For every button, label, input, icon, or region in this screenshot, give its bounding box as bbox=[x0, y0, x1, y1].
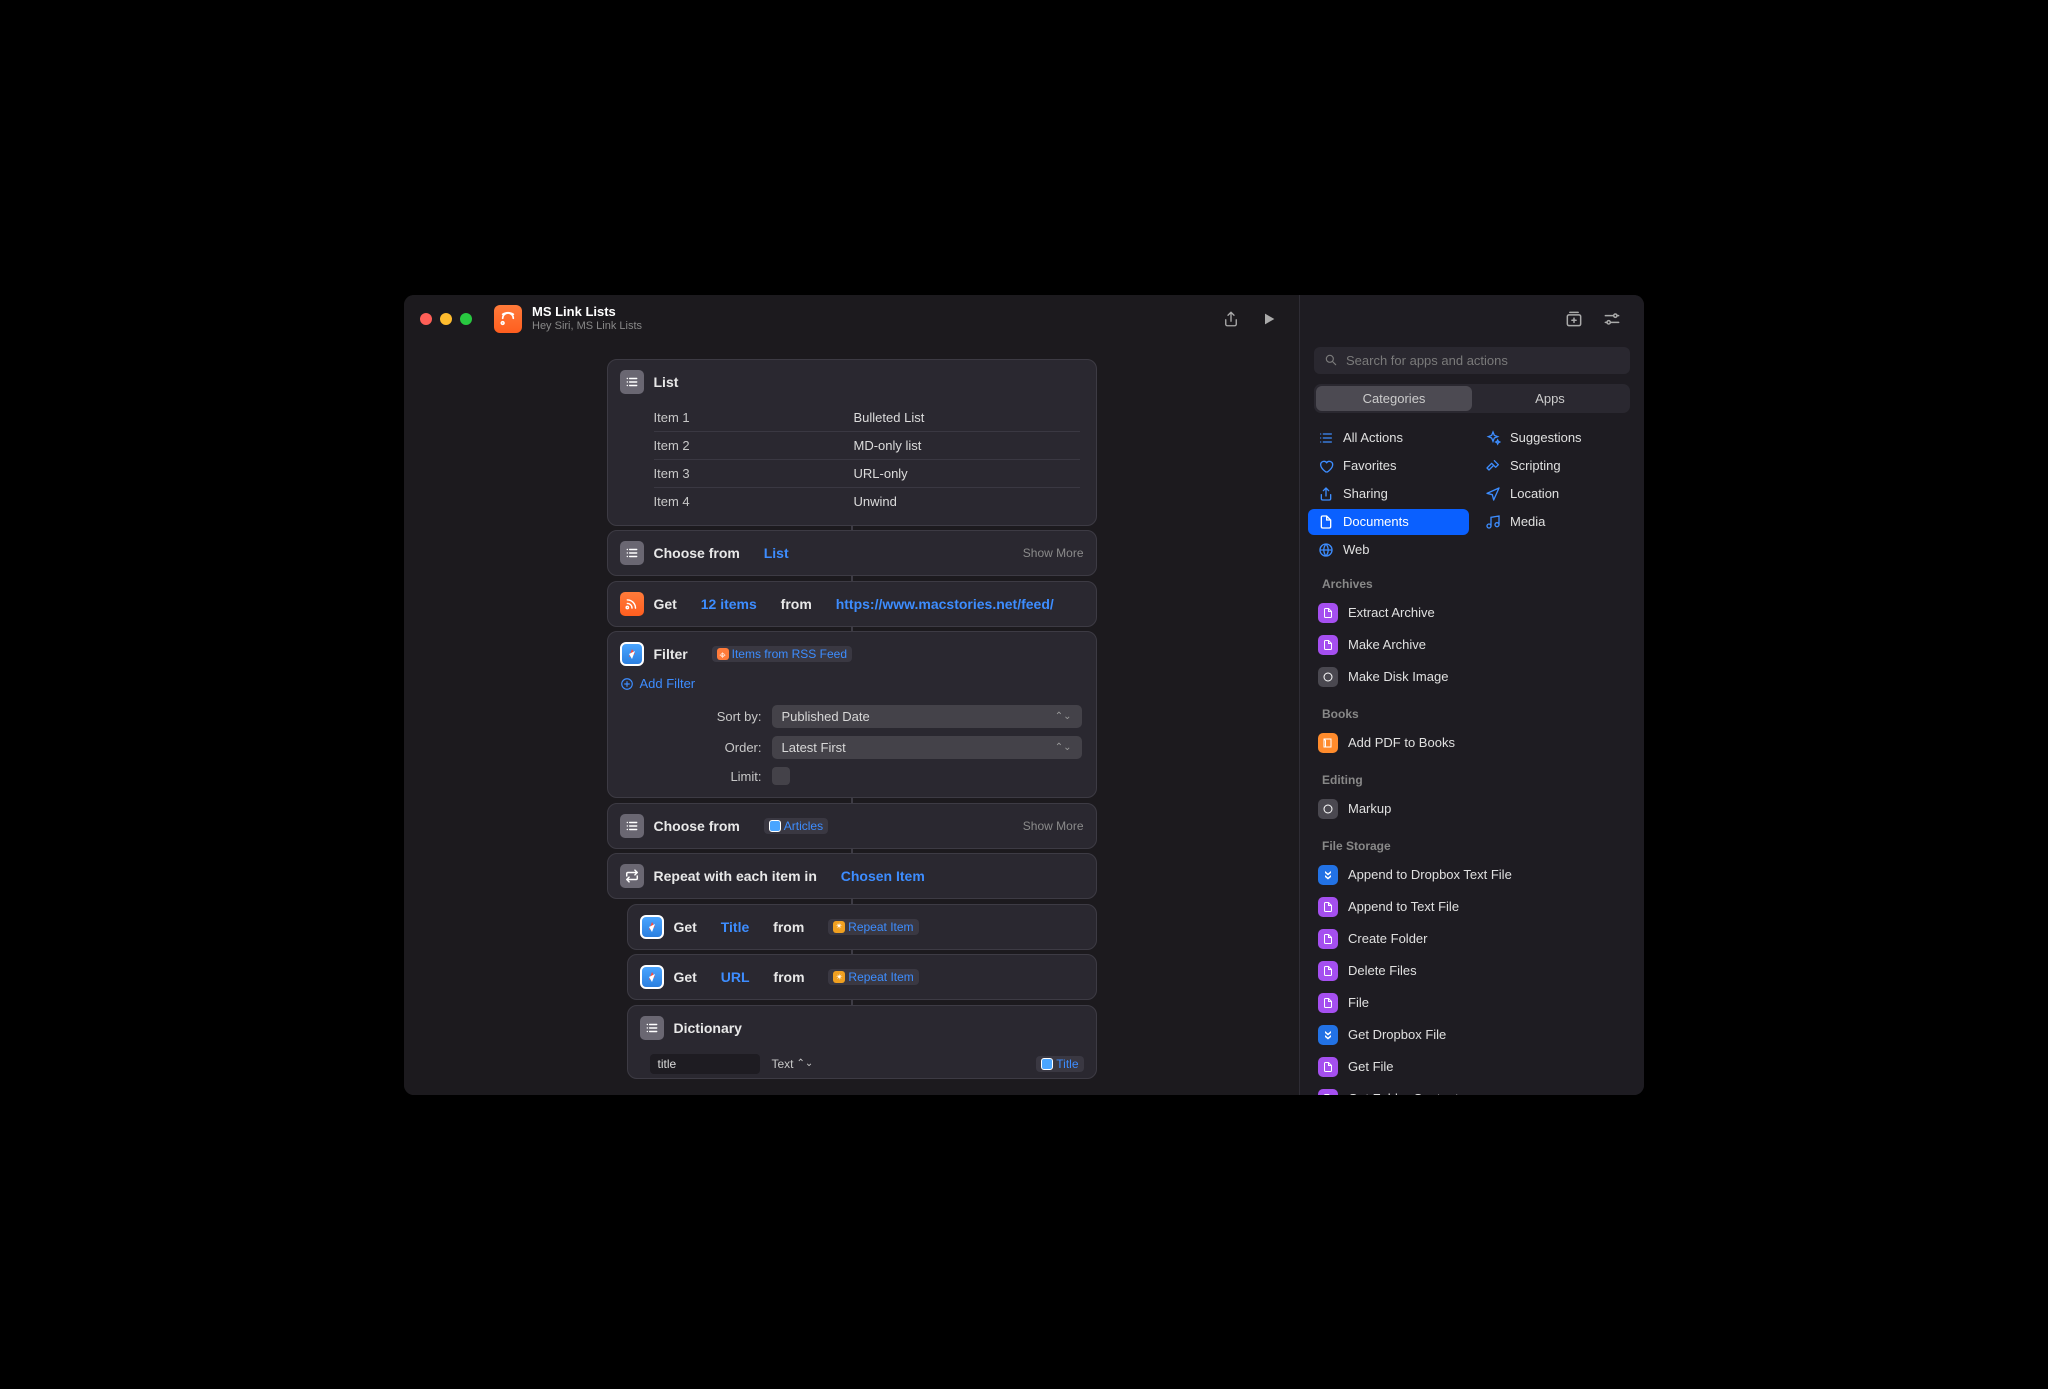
seg-categories[interactable]: Categories bbox=[1316, 386, 1472, 411]
app-window: MS Link Lists Hey Siri, MS Link Lists Li… bbox=[404, 295, 1644, 1095]
maximize-button[interactable] bbox=[460, 313, 472, 325]
category-grid: All ActionsSuggestionsFavoritesScripting… bbox=[1300, 425, 1644, 563]
action-get-title[interactable]: Get Title from ✴Repeat Item bbox=[627, 904, 1097, 950]
run-button[interactable] bbox=[1255, 305, 1283, 333]
category-web[interactable]: Web bbox=[1308, 537, 1469, 563]
traffic-lights bbox=[420, 313, 472, 325]
filter-input-chip[interactable]: 𖦏Items from RSS Feed bbox=[712, 646, 852, 662]
action-get-file[interactable]: Get File bbox=[1308, 1051, 1636, 1083]
window-subtitle: Hey Siri, MS Link Lists bbox=[532, 320, 642, 333]
workflow-editor[interactable]: List Item 1Bulleted ListItem 2MD-only li… bbox=[404, 343, 1299, 1095]
section-title: File Storage bbox=[1300, 825, 1644, 859]
action-choose-from-articles[interactable]: Choose from Articles Show More bbox=[607, 803, 1097, 849]
category-suggestions[interactable]: Suggestions bbox=[1475, 425, 1636, 451]
share-button[interactable] bbox=[1217, 305, 1245, 333]
list-item[interactable]: Item 1Bulleted List bbox=[654, 404, 1080, 431]
category-sharing[interactable]: Sharing bbox=[1308, 481, 1469, 507]
show-more-button[interactable]: Show More bbox=[1023, 819, 1084, 833]
list-icon bbox=[620, 370, 644, 394]
action-markup[interactable]: Markup bbox=[1308, 793, 1636, 825]
category-media[interactable]: Media bbox=[1475, 509, 1636, 535]
safari-icon bbox=[640, 965, 664, 989]
action-repeat[interactable]: Repeat with each item in Chosen Item bbox=[607, 853, 1097, 899]
action-file[interactable]: File bbox=[1308, 987, 1636, 1019]
action-append-to-dropbox-text-file[interactable]: Append to Dropbox Text File bbox=[1308, 859, 1636, 891]
safari-icon bbox=[640, 915, 664, 939]
list-item[interactable]: Item 4Unwind bbox=[654, 487, 1080, 515]
limit-checkbox[interactable] bbox=[772, 767, 790, 785]
list-icon bbox=[620, 541, 644, 565]
action-delete-files[interactable]: Delete Files bbox=[1308, 955, 1636, 987]
action-library-panel: Search for apps and actions Categories A… bbox=[1299, 295, 1644, 1095]
order-select[interactable]: Latest First ⌃⌄ bbox=[772, 736, 1082, 759]
articles-chip[interactable]: Articles bbox=[764, 818, 828, 834]
close-button[interactable] bbox=[420, 313, 432, 325]
list-icon bbox=[620, 814, 644, 838]
action-make-archive[interactable]: Make Archive bbox=[1308, 629, 1636, 661]
action-get-folder-contents[interactable]: Get Folder Contents bbox=[1308, 1083, 1636, 1095]
section-title: Editing bbox=[1300, 759, 1644, 793]
category-favorites[interactable]: Favorites bbox=[1308, 453, 1469, 479]
action-extract-archive[interactable]: Extract Archive bbox=[1308, 597, 1636, 629]
action-get-dropbox-file[interactable]: Get Dropbox File bbox=[1308, 1019, 1636, 1051]
action-add-pdf-to-books[interactable]: Add PDF to Books bbox=[1308, 727, 1636, 759]
action-choose-from-list[interactable]: Choose from List Show More bbox=[607, 530, 1097, 576]
title-block: MS Link Lists Hey Siri, MS Link Lists bbox=[532, 305, 642, 333]
search-input[interactable]: Search for apps and actions bbox=[1314, 347, 1630, 374]
action-append-to-text-file[interactable]: Append to Text File bbox=[1308, 891, 1636, 923]
list-item[interactable]: Item 3URL-only bbox=[654, 459, 1080, 487]
action-list[interactable]: List Item 1Bulleted ListItem 2MD-only li… bbox=[607, 359, 1097, 526]
action-get-url[interactable]: Get URL from ✴Repeat Item bbox=[627, 954, 1097, 1000]
action-dictionary[interactable]: Dictionary title Text⌃⌄ Title bbox=[627, 1005, 1097, 1079]
safari-icon bbox=[620, 642, 644, 666]
action-make-disk-image[interactable]: Make Disk Image bbox=[1308, 661, 1636, 693]
rss-icon bbox=[620, 592, 644, 616]
category-all-actions[interactable]: All Actions bbox=[1308, 425, 1469, 451]
add-filter-button[interactable]: Add Filter bbox=[608, 676, 1096, 701]
section-title: Archives bbox=[1300, 563, 1644, 597]
titlebar: MS Link Lists Hey Siri, MS Link Lists bbox=[404, 295, 1299, 343]
seg-apps[interactable]: Apps bbox=[1472, 386, 1628, 411]
shortcut-icon bbox=[494, 305, 522, 333]
category-location[interactable]: Location bbox=[1475, 481, 1636, 507]
action-get-rss[interactable]: Get 12 items from https://www.macstories… bbox=[607, 581, 1097, 627]
settings-button[interactable] bbox=[1600, 307, 1624, 331]
repeat-item-chip[interactable]: ✴Repeat Item bbox=[828, 969, 918, 985]
title-chip[interactable]: Title bbox=[1036, 1056, 1083, 1072]
segmented-control[interactable]: Categories Apps bbox=[1314, 384, 1630, 413]
show-more-button[interactable]: Show More bbox=[1023, 546, 1084, 560]
category-scripting[interactable]: Scripting bbox=[1475, 453, 1636, 479]
sort-by-select[interactable]: Published Date ⌃⌄ bbox=[772, 705, 1082, 728]
dictionary-icon bbox=[640, 1016, 664, 1040]
sidebar-toolbar bbox=[1300, 295, 1644, 343]
editor-panel: MS Link Lists Hey Siri, MS Link Lists Li… bbox=[404, 295, 1299, 1095]
library-add-button[interactable] bbox=[1562, 307, 1586, 331]
repeat-icon bbox=[620, 864, 644, 888]
action-create-folder[interactable]: Create Folder bbox=[1308, 923, 1636, 955]
window-title: MS Link Lists bbox=[532, 305, 642, 320]
category-documents[interactable]: Documents bbox=[1308, 509, 1469, 535]
repeat-item-chip[interactable]: ✴Repeat Item bbox=[828, 919, 918, 935]
section-title: Books bbox=[1300, 693, 1644, 727]
minimize-button[interactable] bbox=[440, 313, 452, 325]
list-item[interactable]: Item 2MD-only list bbox=[654, 431, 1080, 459]
dict-row[interactable]: title Text⌃⌄ Title bbox=[628, 1050, 1096, 1078]
action-label: List bbox=[654, 374, 679, 390]
action-filter[interactable]: Filter 𖦏Items from RSS Feed Add Filter S… bbox=[607, 631, 1097, 798]
